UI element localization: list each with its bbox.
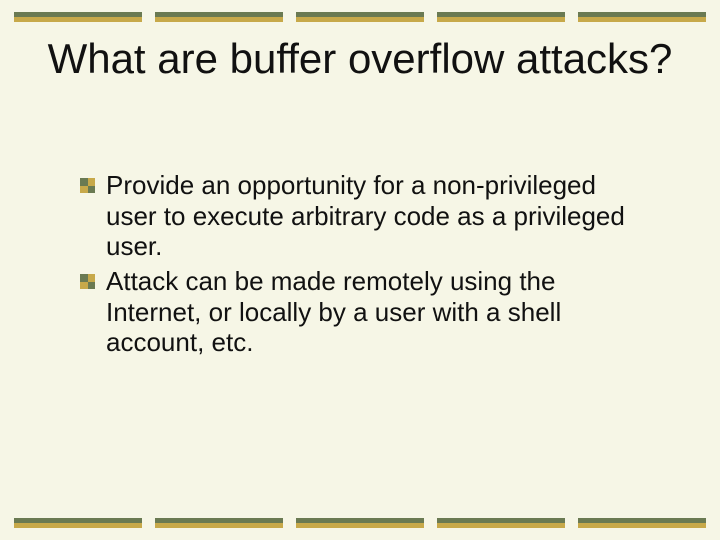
bullet-text: Provide an opportunity for a non-privile… — [106, 170, 625, 261]
stripe-segment — [14, 12, 142, 22]
stripe-segment — [578, 518, 706, 528]
bottom-decorative-stripe — [0, 518, 720, 528]
top-decorative-stripe — [0, 12, 720, 22]
stripe-segment — [155, 12, 283, 22]
bullet-item: Attack can be made remotely using the In… — [80, 266, 640, 358]
stripe-segment — [437, 518, 565, 528]
stripe-segment — [437, 12, 565, 22]
bullet-icon — [80, 178, 95, 193]
stripe-segment — [155, 518, 283, 528]
bullet-item: Provide an opportunity for a non-privile… — [80, 170, 640, 262]
slide-body: Provide an opportunity for a non-privile… — [80, 170, 640, 362]
slide: What are buffer overflow attacks? Provid… — [0, 0, 720, 540]
stripe-segment — [578, 12, 706, 22]
slide-title: What are buffer overflow attacks? — [0, 36, 720, 82]
bullet-icon — [80, 274, 95, 289]
stripe-segment — [296, 518, 424, 528]
stripe-segment — [14, 518, 142, 528]
bullet-text: Attack can be made remotely using the In… — [106, 266, 561, 357]
stripe-segment — [296, 12, 424, 22]
